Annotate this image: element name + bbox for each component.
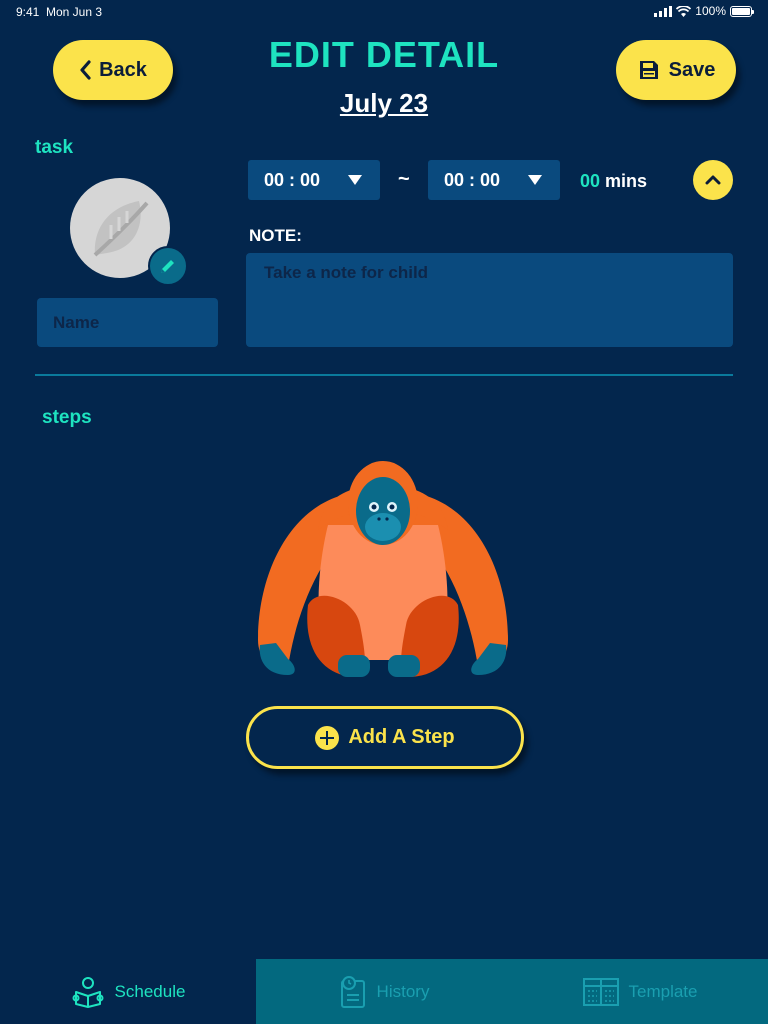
- note-input[interactable]: [246, 253, 733, 347]
- pencil-icon: [161, 260, 174, 273]
- floppy-disk-icon: [639, 61, 658, 79]
- section-divider: [35, 374, 733, 376]
- grid-template-icon: [582, 977, 619, 1006]
- wifi-icon: [676, 5, 692, 17]
- reading-child-icon: [72, 976, 104, 1008]
- start-time-select[interactable]: 00 : 00: [248, 160, 380, 200]
- chevron-up-icon: [705, 175, 721, 185]
- save-button[interactable]: Save: [616, 40, 736, 100]
- collapse-button[interactable]: [693, 160, 733, 200]
- start-time-value: 00 : 00: [264, 169, 321, 190]
- tab-template-label: Template: [628, 981, 698, 1001]
- battery-icon: [730, 5, 754, 17]
- orangutan-illustration: [258, 461, 508, 677]
- tab-history[interactable]: History: [256, 959, 512, 1024]
- add-step-label: Add A Step: [348, 726, 455, 748]
- tab-history-label: History: [376, 981, 430, 1001]
- duration-value: 00: [580, 171, 601, 191]
- time-range-separator: ~: [398, 168, 410, 190]
- clipboard-clock-icon: [340, 975, 365, 1008]
- status-bar: 9:41 Mon Jun 3 100%: [0, 0, 768, 24]
- duration-unit: mins: [605, 171, 648, 191]
- name-input[interactable]: [37, 298, 218, 347]
- tab-schedule[interactable]: Schedule: [0, 959, 256, 1024]
- steps-section-label: steps: [42, 407, 92, 428]
- caret-down-icon: [528, 175, 542, 185]
- end-time-value: 00 : 00: [444, 169, 501, 190]
- status-indicators: 100%: [654, 4, 754, 18]
- task-section-label: task: [35, 137, 74, 158]
- tab-schedule-label: Schedule: [114, 981, 186, 1001]
- tab-template[interactable]: Template: [512, 959, 768, 1024]
- status-date: Mon Jun 3: [46, 5, 103, 19]
- add-step-button[interactable]: Add A Step: [246, 706, 524, 769]
- duration-readout: 00 mins: [580, 171, 647, 192]
- note-label: NOTE:: [249, 226, 302, 245]
- edit-image-button[interactable]: [148, 246, 188, 286]
- end-time-select[interactable]: 00 : 00: [428, 160, 560, 200]
- leaf-placeholder-icon: [93, 201, 149, 257]
- caret-down-icon: [348, 175, 362, 185]
- plus-circle-icon: [315, 725, 340, 750]
- status-time: 9:41: [16, 5, 40, 19]
- battery-percent: 100%: [695, 4, 726, 18]
- tab-bar: Schedule History Template: [0, 959, 768, 1024]
- cellular-signal-icon: [654, 5, 673, 17]
- save-label: Save: [668, 58, 716, 81]
